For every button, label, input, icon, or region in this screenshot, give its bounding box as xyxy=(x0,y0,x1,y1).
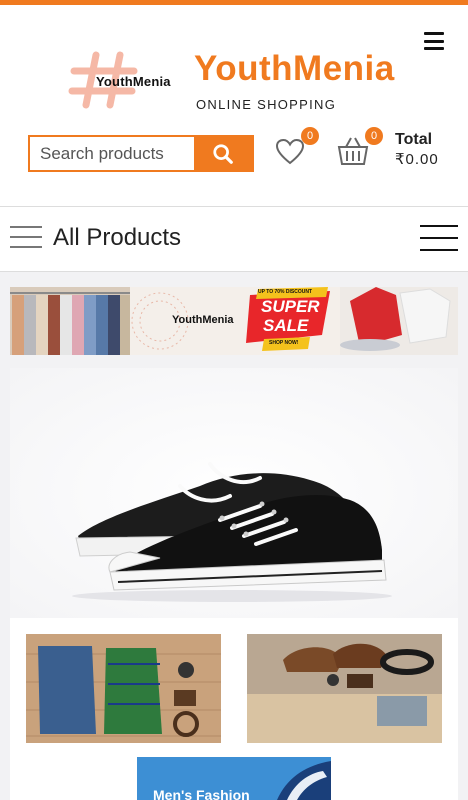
logo-text: YouthMenia xyxy=(96,74,171,89)
mens-fashion-promo[interactable]: Men's Fashion xyxy=(137,757,331,800)
banner-sale-line2: SALE xyxy=(263,316,309,335)
wishlist-count-badge: 0 xyxy=(301,127,319,145)
category-bar: All Products xyxy=(0,207,468,271)
main-menu-button[interactable] xyxy=(424,32,444,50)
banner-shop-now: SHOP NOW! xyxy=(269,340,299,346)
cart-total-value: ₹0.00 xyxy=(395,151,439,168)
list-icon[interactable] xyxy=(10,226,42,248)
toggle-line xyxy=(420,237,458,239)
banner-sale-line1: SUPER xyxy=(261,297,320,316)
list-line xyxy=(10,226,42,228)
cart-total-label: Total xyxy=(395,131,433,148)
thumbnail-mens-accessories[interactable] xyxy=(247,634,442,743)
thumbnail-casual-outfit[interactable] xyxy=(26,634,221,743)
all-products-title[interactable]: All Products xyxy=(53,224,181,252)
sale-banner[interactable]: YouthMenia UP TO 70% DISCOUNT SUPER SALE… xyxy=(10,287,458,355)
search-button[interactable] xyxy=(194,137,252,170)
list-line xyxy=(10,236,42,238)
promo-title: Men's Fashion xyxy=(153,787,250,800)
brand-tagline: ONLINE SHOPPING xyxy=(196,97,337,112)
casual-outfit-image xyxy=(26,634,221,743)
site-header: YouthMenia YouthMenia ONLINE SHOPPING xyxy=(0,5,468,205)
sale-banner-image xyxy=(10,287,458,355)
menu-line xyxy=(424,39,444,43)
list-line xyxy=(10,246,42,248)
hero-sneaker-image[interactable] xyxy=(10,368,458,618)
sneaker-image xyxy=(10,368,458,618)
search-input[interactable] xyxy=(30,137,194,170)
search-icon xyxy=(213,143,233,164)
banner-sale-top: UP TO 70% DISCOUNT xyxy=(258,289,312,295)
toggle-line xyxy=(420,225,458,227)
toggle-line xyxy=(420,249,458,251)
category-toggle-button[interactable] xyxy=(420,225,458,251)
banner-logo-text: YouthMenia xyxy=(172,314,234,326)
menu-line xyxy=(424,32,444,35)
brand-name[interactable]: YouthMenia xyxy=(194,49,395,89)
cart-count-badge: 0 xyxy=(365,127,383,145)
menu-line xyxy=(424,47,444,50)
heart-icon[interactable] xyxy=(274,136,306,168)
search-form xyxy=(28,135,254,172)
mens-accessories-image xyxy=(247,634,442,743)
